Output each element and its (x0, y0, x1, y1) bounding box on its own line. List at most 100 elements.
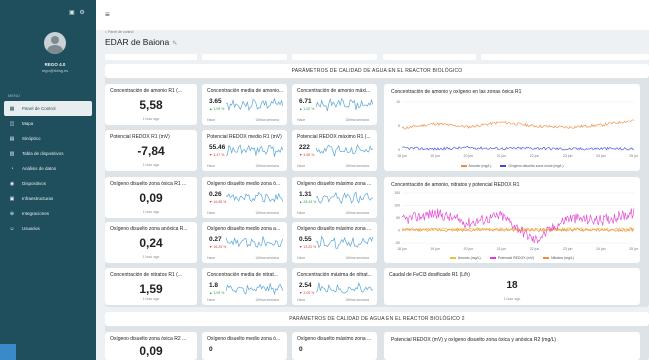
legend-amonio[interactable]: Amonio (mg/L) (449, 256, 481, 260)
value-card[interactable]: Concentración de amonio R1 (... 5,58 1 hou… (105, 84, 197, 125)
trend-card[interactable]: Concentración media de nitrat... 1.8 ▲ 3.0… (202, 268, 287, 305)
sparkline-series (316, 235, 373, 249)
sidebar-item[interactable]: ⊕ Integraciones (0, 206, 96, 221)
card-title: Oxígeno disuelto máximo zona ... (297, 226, 372, 232)
card-title: Concentración de amonio máxi... (297, 88, 371, 94)
legend-amonio[interactable]: Amonio (mg/L) (460, 164, 491, 168)
edit-icon[interactable]: ✎ (172, 41, 177, 47)
card-footer-left: Hace (207, 211, 216, 215)
chart-card-amonio-oxigeno: Concentración de amonio y oxígeno en las… (384, 84, 640, 171)
x-tick-label: 22 jun (530, 154, 540, 158)
value-card[interactable]: Oxígeno disuelto zona óxica R2 ... 0,09 (105, 332, 197, 360)
sparkline-series (316, 191, 373, 204)
trend-card[interactable]: Oxígeno disuelto máximo zona ... 1.31 ▲ 28… (292, 177, 377, 218)
hamburger-menu-icon[interactable]: ≡ (105, 10, 110, 19)
user-name: REGO 4.0 (44, 62, 66, 67)
card-footer-left: Hace (297, 298, 306, 302)
trend-card[interactable]: Concentración media de amonio... 3.65 ▲ 1.… (202, 84, 287, 125)
table-icon: ▥ (9, 150, 15, 157)
card-value: -7,84 (137, 144, 165, 158)
sparkline-series (226, 191, 283, 203)
card-footer-right: Última semana (345, 211, 369, 215)
sidebar-item-label: Panel de Control (22, 106, 56, 111)
sidebar-item-label: Mapa (22, 121, 34, 126)
trend-card[interactable]: Oxígeno disuelto medio zona ó... 0.26 ▼ 16… (202, 177, 287, 218)
card-footer-left: Hace (297, 164, 306, 168)
chart-amonio-nitratos-redox[interactable]: 150 100 50 0 -50 18 jun 19 jun 20 jun 21 jun 22 j… (388, 189, 638, 253)
legend-oxigeno[interactable]: Oxígeno disuelto zona óxica (mg/L) (500, 164, 564, 168)
trend-card[interactable]: Potencial REDOX máximo R1 (... 222 ▼ 4.55 … (292, 130, 377, 171)
card-change: ▼ 2.09 % (299, 291, 315, 295)
sidebar-item[interactable]: ◔ Análisis de datos (0, 161, 96, 176)
legend-nitratos[interactable]: Nitratos (mg/L) (543, 256, 574, 260)
x-tick-label: 23 jun (563, 154, 573, 158)
notification-icon[interactable]: ▣ (69, 10, 75, 16)
trend-card[interactable]: Potencial REDOX medio R1 (mV) 55.46 ▼ 4.47… (202, 130, 287, 171)
card-value: 0,09 (139, 344, 163, 358)
sparkline (316, 281, 373, 294)
card-footer-right: Última semana (255, 298, 279, 302)
sidebar-item[interactable]: ▥ Tabla de dispositivos (0, 146, 96, 161)
fecl3-card[interactable]: Caudal de FeCl3 dosificado R1 (L/h) 18 1… (384, 268, 640, 305)
y-tick-label: 150 (394, 191, 400, 195)
legend-redox[interactable]: Potencial REDOX (mV) (489, 256, 534, 260)
analysis-icon: ◔ (10, 165, 14, 172)
user-email: rego@rbfag.es (41, 68, 69, 73)
sidebar-item[interactable]: ◫ Mapa (0, 116, 96, 131)
trend-card[interactable]: Concentración máxima de nitrat... 2.54 ▼ 2… (292, 268, 377, 305)
sparkline-series (226, 283, 283, 296)
value-card[interactable]: Potencial REDOX R1 (mV) -7,84 1 hour ago (105, 130, 197, 171)
sparkline-series (226, 236, 283, 248)
card-change: ▼ 16.25 % (209, 245, 227, 249)
sidebar-item[interactable]: ☺ Usuarios (0, 221, 96, 236)
sidebar-item-label: Análisis de datos (22, 166, 57, 171)
sidebar-item-label: Dispositivos (22, 181, 47, 186)
settings-icon[interactable]: ⚙ (79, 10, 84, 16)
card-value: 1,59 (139, 282, 163, 296)
card-footer-right: Última semana (345, 256, 369, 260)
value-card[interactable]: Concentración de nitratos R1 (... 1,59 1 h… (105, 268, 197, 305)
sidebar-menu: ▦ Panel de Control ◫ Mapa ▤ Sinóptico ▥ Tabla d… (0, 101, 96, 236)
card-value: 0.55 (299, 236, 312, 243)
card-value: 18 (506, 280, 518, 291)
card-time: 1 hour ago (503, 297, 521, 301)
sidebar-item[interactable]: ◉ Dispositivos (0, 176, 96, 191)
card-footer-left: Hace (207, 256, 216, 260)
x-tick-label: 21 jun (497, 154, 507, 158)
card-time: 1 hour ago (142, 297, 160, 301)
card-value: 5,58 (139, 98, 163, 112)
card-change: ▲ 28.43 % (299, 200, 317, 204)
trend-card[interactable]: Oxígeno disuelto máximo zona ... 0.55 ▼ 13… (292, 222, 377, 263)
value-card[interactable]: Oxígeno disuelto zona óxica R1 ... 0,09 1 … (105, 177, 197, 218)
sparkline-series (226, 97, 283, 112)
card-change: ▲ 1.02 % (299, 107, 315, 111)
card-title: Potencial REDOX medio R1 (mV) (207, 134, 282, 140)
breadcrumb[interactable]: ⌂ Panel de control (105, 30, 133, 34)
avatar[interactable] (44, 32, 66, 54)
trend-card[interactable]: Concentración de amonio máxi... 6.71 ▲ 1.0… (292, 84, 377, 125)
x-tick-label: 25 jun (629, 154, 638, 158)
sparkline-series (316, 281, 373, 294)
sparkline (316, 235, 373, 249)
card-value: 0.26 (209, 191, 222, 198)
trend-card[interactable]: Oxígeno disuelto medio zona a... 0.27 ▼ 16… (202, 222, 287, 263)
value-card[interactable]: Oxígeno disuelto máximo zona ... 0 (292, 332, 377, 360)
chart-legend: Amonio (mg/L) Potencial REDOX (mV) Nitra… (384, 256, 640, 260)
sidebar-item[interactable]: ▤ Sinóptico (0, 131, 96, 146)
x-tick-label: 22 jun (530, 247, 540, 251)
y-tick-label: -50 (395, 241, 400, 245)
sidebar-item-label: Infraestructuras (22, 196, 54, 201)
x-tick-label: 23 jun (563, 247, 573, 251)
value-card[interactable]: Oxígeno disuelto zona anóxica R... 0,24 1 … (105, 222, 197, 263)
value-card[interactable]: Oxígeno disuelto medio zona ó... 0 (202, 332, 287, 360)
sidebar-item[interactable]: ▣ Infraestructuras (0, 191, 96, 206)
y-tick-label: 0 (398, 148, 400, 152)
sidebar-top-icons: ▣ ⚙ (69, 9, 88, 16)
sidebar-item[interactable]: ▦ Panel de Control (4, 101, 92, 116)
chart-amonio-oxigeno[interactable]: 10 5 0 18 jun 19 jun 20 jun 21 jun 22 jun 23 jun… (388, 98, 638, 160)
card-footer-right: Última semana (255, 164, 279, 168)
card-title: Concentración de nitratos R1 (... (110, 272, 182, 278)
card-footer-left: Hace (297, 118, 306, 122)
x-tick-label: 18 jun (397, 247, 407, 251)
dashboard-icon: ▦ (9, 105, 15, 112)
